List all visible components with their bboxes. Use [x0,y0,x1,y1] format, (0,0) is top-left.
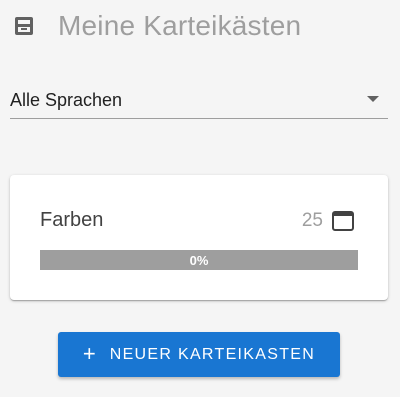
language-select-value: Alle Sprachen [10,89,123,110]
deck-card[interactable]: Farben 25 0% [10,175,388,300]
deck-progress-bar: 0% [40,250,358,270]
card-box-icon[interactable] [331,209,355,233]
language-select[interactable]: Alle Sprachen [10,80,388,119]
inbox-tray-icon [13,15,35,37]
add-deck-button[interactable]: + NEUER KARTEIKASTEN [58,332,340,377]
plus-icon: + [82,340,96,366]
dropdown-arrow-icon [367,96,379,102]
deck-meta: 25 [302,209,355,233]
progress-label: 0% [189,252,209,268]
deck-name: Farben [40,209,104,231]
deck-card-count: 25 [301,210,323,231]
page-header: Meine Karteikästen [13,6,301,46]
add-deck-label: NEUER KARTEIKASTEN [109,345,316,363]
page-title: Meine Karteikästen [58,10,302,41]
